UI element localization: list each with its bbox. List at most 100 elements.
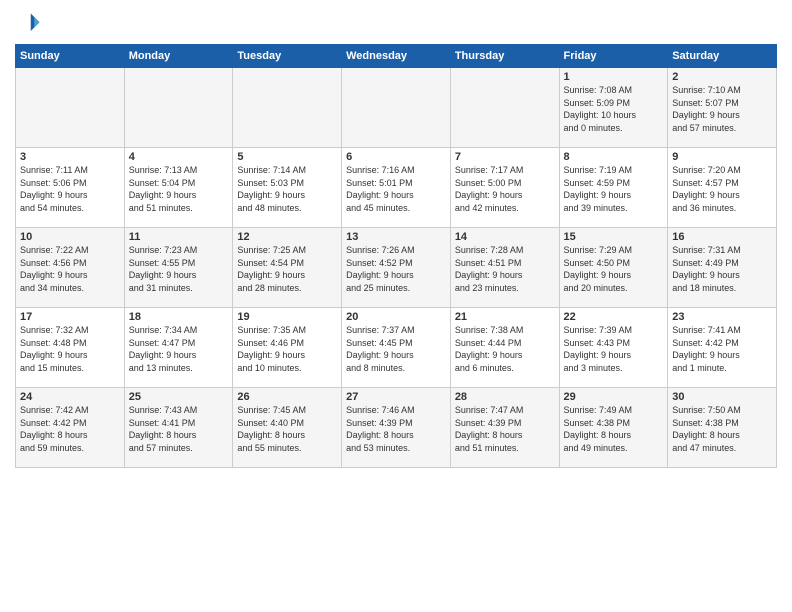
day-number: 15	[564, 231, 664, 243]
day-info: Sunrise: 7:34 AM Sunset: 4:47 PM Dayligh…	[129, 324, 229, 374]
calendar-cell: 11Sunrise: 7:23 AM Sunset: 4:55 PM Dayli…	[124, 228, 233, 308]
weekday-header-saturday: Saturday	[668, 45, 777, 68]
calendar-cell: 9Sunrise: 7:20 AM Sunset: 4:57 PM Daylig…	[668, 148, 777, 228]
weekday-header-monday: Monday	[124, 45, 233, 68]
calendar-cell: 21Sunrise: 7:38 AM Sunset: 4:44 PM Dayli…	[450, 308, 559, 388]
header	[15, 10, 777, 38]
day-number: 17	[20, 311, 120, 323]
calendar-cell: 28Sunrise: 7:47 AM Sunset: 4:39 PM Dayli…	[450, 388, 559, 468]
day-number: 19	[237, 311, 337, 323]
calendar-cell: 25Sunrise: 7:43 AM Sunset: 4:41 PM Dayli…	[124, 388, 233, 468]
day-number: 16	[672, 231, 772, 243]
day-number: 11	[129, 231, 229, 243]
day-number: 28	[455, 391, 555, 403]
weekday-header-sunday: Sunday	[16, 45, 125, 68]
day-info: Sunrise: 7:17 AM Sunset: 5:00 PM Dayligh…	[455, 164, 555, 214]
calendar-cell: 29Sunrise: 7:49 AM Sunset: 4:38 PM Dayli…	[559, 388, 668, 468]
day-info: Sunrise: 7:28 AM Sunset: 4:51 PM Dayligh…	[455, 244, 555, 294]
page: SundayMondayTuesdayWednesdayThursdayFrid…	[0, 0, 792, 612]
day-info: Sunrise: 7:20 AM Sunset: 4:57 PM Dayligh…	[672, 164, 772, 214]
day-info: Sunrise: 7:31 AM Sunset: 4:49 PM Dayligh…	[672, 244, 772, 294]
calendar-cell	[450, 68, 559, 148]
calendar-cell: 2Sunrise: 7:10 AM Sunset: 5:07 PM Daylig…	[668, 68, 777, 148]
day-info: Sunrise: 7:42 AM Sunset: 4:42 PM Dayligh…	[20, 404, 120, 454]
day-number: 18	[129, 311, 229, 323]
logo	[15, 10, 47, 38]
day-info: Sunrise: 7:43 AM Sunset: 4:41 PM Dayligh…	[129, 404, 229, 454]
calendar-cell: 13Sunrise: 7:26 AM Sunset: 4:52 PM Dayli…	[342, 228, 451, 308]
day-number: 8	[564, 151, 664, 163]
day-info: Sunrise: 7:45 AM Sunset: 4:40 PM Dayligh…	[237, 404, 337, 454]
day-number: 14	[455, 231, 555, 243]
calendar-cell: 24Sunrise: 7:42 AM Sunset: 4:42 PM Dayli…	[16, 388, 125, 468]
day-number: 29	[564, 391, 664, 403]
day-info: Sunrise: 7:32 AM Sunset: 4:48 PM Dayligh…	[20, 324, 120, 374]
day-info: Sunrise: 7:29 AM Sunset: 4:50 PM Dayligh…	[564, 244, 664, 294]
calendar-table: SundayMondayTuesdayWednesdayThursdayFrid…	[15, 44, 777, 468]
calendar-cell: 1Sunrise: 7:08 AM Sunset: 5:09 PM Daylig…	[559, 68, 668, 148]
day-info: Sunrise: 7:37 AM Sunset: 4:45 PM Dayligh…	[346, 324, 446, 374]
day-info: Sunrise: 7:19 AM Sunset: 4:59 PM Dayligh…	[564, 164, 664, 214]
day-number: 27	[346, 391, 446, 403]
day-info: Sunrise: 7:10 AM Sunset: 5:07 PM Dayligh…	[672, 84, 772, 134]
day-info: Sunrise: 7:49 AM Sunset: 4:38 PM Dayligh…	[564, 404, 664, 454]
day-number: 25	[129, 391, 229, 403]
day-info: Sunrise: 7:23 AM Sunset: 4:55 PM Dayligh…	[129, 244, 229, 294]
logo-icon	[15, 10, 43, 38]
day-info: Sunrise: 7:41 AM Sunset: 4:42 PM Dayligh…	[672, 324, 772, 374]
calendar-cell: 23Sunrise: 7:41 AM Sunset: 4:42 PM Dayli…	[668, 308, 777, 388]
day-number: 12	[237, 231, 337, 243]
calendar-cell: 7Sunrise: 7:17 AM Sunset: 5:00 PM Daylig…	[450, 148, 559, 228]
day-number: 5	[237, 151, 337, 163]
calendar-cell: 26Sunrise: 7:45 AM Sunset: 4:40 PM Dayli…	[233, 388, 342, 468]
weekday-header-wednesday: Wednesday	[342, 45, 451, 68]
day-info: Sunrise: 7:08 AM Sunset: 5:09 PM Dayligh…	[564, 84, 664, 134]
day-info: Sunrise: 7:35 AM Sunset: 4:46 PM Dayligh…	[237, 324, 337, 374]
calendar-cell: 18Sunrise: 7:34 AM Sunset: 4:47 PM Dayli…	[124, 308, 233, 388]
calendar-cell: 17Sunrise: 7:32 AM Sunset: 4:48 PM Dayli…	[16, 308, 125, 388]
calendar-cell: 6Sunrise: 7:16 AM Sunset: 5:01 PM Daylig…	[342, 148, 451, 228]
calendar-cell: 10Sunrise: 7:22 AM Sunset: 4:56 PM Dayli…	[16, 228, 125, 308]
day-number: 24	[20, 391, 120, 403]
day-info: Sunrise: 7:46 AM Sunset: 4:39 PM Dayligh…	[346, 404, 446, 454]
day-info: Sunrise: 7:14 AM Sunset: 5:03 PM Dayligh…	[237, 164, 337, 214]
calendar-cell: 12Sunrise: 7:25 AM Sunset: 4:54 PM Dayli…	[233, 228, 342, 308]
calendar-cell: 8Sunrise: 7:19 AM Sunset: 4:59 PM Daylig…	[559, 148, 668, 228]
calendar-cell: 19Sunrise: 7:35 AM Sunset: 4:46 PM Dayli…	[233, 308, 342, 388]
day-number: 6	[346, 151, 446, 163]
day-info: Sunrise: 7:16 AM Sunset: 5:01 PM Dayligh…	[346, 164, 446, 214]
day-info: Sunrise: 7:22 AM Sunset: 4:56 PM Dayligh…	[20, 244, 120, 294]
calendar-cell: 16Sunrise: 7:31 AM Sunset: 4:49 PM Dayli…	[668, 228, 777, 308]
day-info: Sunrise: 7:38 AM Sunset: 4:44 PM Dayligh…	[455, 324, 555, 374]
day-number: 3	[20, 151, 120, 163]
day-info: Sunrise: 7:26 AM Sunset: 4:52 PM Dayligh…	[346, 244, 446, 294]
day-number: 13	[346, 231, 446, 243]
weekday-header-tuesday: Tuesday	[233, 45, 342, 68]
week-row-0: 1Sunrise: 7:08 AM Sunset: 5:09 PM Daylig…	[16, 68, 777, 148]
calendar-cell: 15Sunrise: 7:29 AM Sunset: 4:50 PM Dayli…	[559, 228, 668, 308]
day-info: Sunrise: 7:39 AM Sunset: 4:43 PM Dayligh…	[564, 324, 664, 374]
day-info: Sunrise: 7:13 AM Sunset: 5:04 PM Dayligh…	[129, 164, 229, 214]
calendar-cell: 30Sunrise: 7:50 AM Sunset: 4:38 PM Dayli…	[668, 388, 777, 468]
day-number: 2	[672, 71, 772, 83]
weekday-header-thursday: Thursday	[450, 45, 559, 68]
day-info: Sunrise: 7:47 AM Sunset: 4:39 PM Dayligh…	[455, 404, 555, 454]
calendar-cell: 14Sunrise: 7:28 AM Sunset: 4:51 PM Dayli…	[450, 228, 559, 308]
day-number: 23	[672, 311, 772, 323]
calendar-cell	[16, 68, 125, 148]
day-number: 9	[672, 151, 772, 163]
calendar-cell: 5Sunrise: 7:14 AM Sunset: 5:03 PM Daylig…	[233, 148, 342, 228]
calendar-cell: 22Sunrise: 7:39 AM Sunset: 4:43 PM Dayli…	[559, 308, 668, 388]
day-info: Sunrise: 7:25 AM Sunset: 4:54 PM Dayligh…	[237, 244, 337, 294]
day-number: 26	[237, 391, 337, 403]
weekday-header-row: SundayMondayTuesdayWednesdayThursdayFrid…	[16, 45, 777, 68]
day-number: 1	[564, 71, 664, 83]
calendar-cell: 4Sunrise: 7:13 AM Sunset: 5:04 PM Daylig…	[124, 148, 233, 228]
day-info: Sunrise: 7:50 AM Sunset: 4:38 PM Dayligh…	[672, 404, 772, 454]
day-number: 30	[672, 391, 772, 403]
calendar-cell	[342, 68, 451, 148]
calendar-cell	[124, 68, 233, 148]
day-number: 20	[346, 311, 446, 323]
week-row-2: 10Sunrise: 7:22 AM Sunset: 4:56 PM Dayli…	[16, 228, 777, 308]
week-row-4: 24Sunrise: 7:42 AM Sunset: 4:42 PM Dayli…	[16, 388, 777, 468]
